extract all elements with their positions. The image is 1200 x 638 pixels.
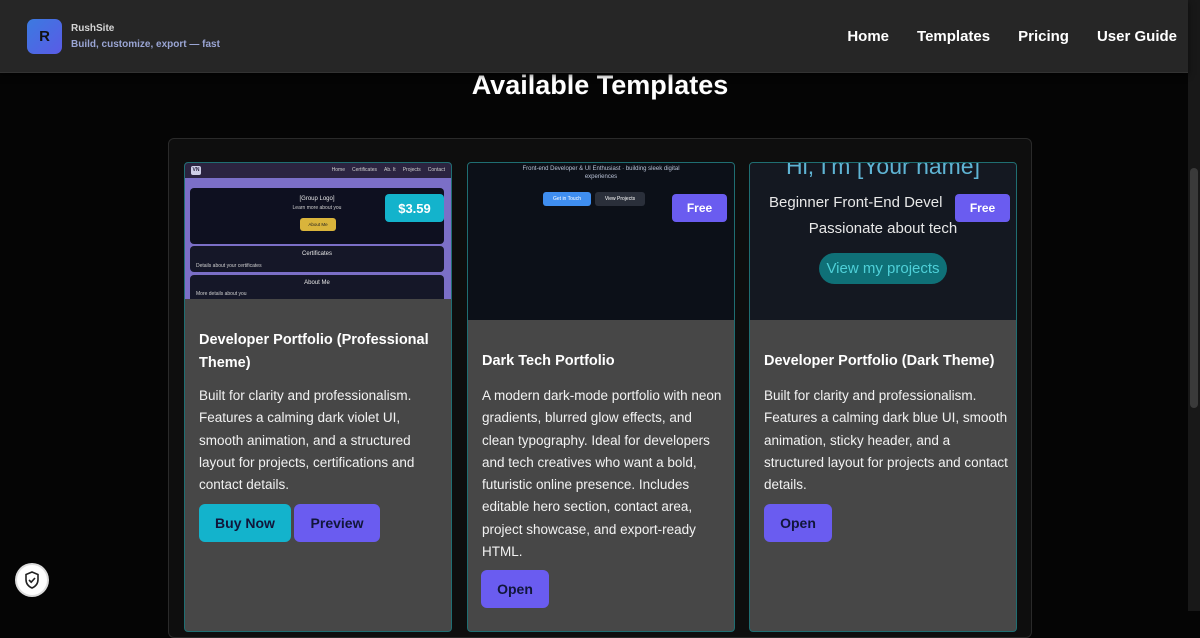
- preview-logo: VN: [191, 166, 201, 175]
- preview-heading: Hi, I'm [Your name]: [785, 163, 980, 179]
- preview-projects-button: View Projects: [595, 192, 645, 206]
- card-title: Dark Tech Portfolio: [482, 353, 615, 369]
- preview-tagline: Front-end Developer & UI Enthusiast · bu…: [522, 166, 680, 172]
- nav-home[interactable]: Home: [847, 28, 889, 45]
- open-button[interactable]: Open: [764, 504, 832, 542]
- card-description: A modern dark-mode portfolio with neon g…: [482, 388, 722, 560]
- page-scrollbar[interactable]: [1188, 0, 1200, 611]
- open-button[interactable]: Open: [481, 570, 549, 608]
- nav-user-guide[interactable]: User Guide: [1097, 28, 1177, 45]
- template-preview-image: Hi, I'm [Your name] Beginner Front-End D…: [750, 163, 1016, 320]
- brand-name: RushSite: [71, 23, 115, 34]
- template-preview-image: VN Home Certificates Ab. It Projects Con…: [185, 163, 451, 299]
- buy-now-button[interactable]: Buy Now: [199, 504, 291, 542]
- preview-contact-button: Get in Touch: [543, 192, 591, 206]
- preview-section-sub: More details about you: [196, 291, 247, 297]
- shield-check-icon: [25, 571, 39, 589]
- template-card-dark-theme: Hi, I'm [Your name] Beginner Front-End D…: [749, 162, 1017, 632]
- preview-role: Beginner Front-End Devel: [769, 194, 943, 211]
- template-card-dark-tech: Front-end Developer & UI Enthusiast · bu…: [467, 162, 735, 632]
- preview-section: Certificates Details about your certific…: [190, 246, 444, 272]
- free-badge: Free: [672, 194, 727, 222]
- preview-nav-item: Certificates: [352, 167, 378, 173]
- logo[interactable]: R: [27, 19, 62, 54]
- card-description: Built for clarity and professionalism. F…: [199, 388, 415, 493]
- preview-tagline: experiences: [584, 174, 618, 180]
- preview-nav-item: Contact: [427, 167, 445, 173]
- price-badge: $3.59: [385, 194, 444, 222]
- preview-button[interactable]: Preview: [294, 504, 380, 542]
- card-description: Built for clarity and professionalism. F…: [764, 388, 1008, 493]
- preview-nav-item: Home: [331, 167, 345, 173]
- page-title: Available Templates: [471, 70, 729, 100]
- preview-nav-item: Ab. It: [384, 167, 396, 173]
- preview-hero-button: About Me: [300, 218, 336, 231]
- preview-subtitle: Passionate about tech: [808, 220, 958, 237]
- nav-pricing[interactable]: Pricing: [1018, 28, 1069, 45]
- template-preview-image: Front-end Developer & UI Enthusiast · bu…: [468, 163, 734, 320]
- logo-letter: R: [39, 28, 50, 45]
- preview-section-title: Certificates: [301, 251, 332, 257]
- preview-section: About Me More details about you: [190, 275, 444, 299]
- privacy-shield-button[interactable]: [17, 565, 47, 595]
- site-header: R RushSite Build, customize, export — fa…: [0, 0, 1188, 73]
- card-title: Developer Portfolio (Professional Theme): [199, 332, 429, 371]
- preview-navbar: VN Home Certificates Ab. It Projects Con…: [185, 163, 451, 178]
- preview-projects-button: View my projects: [819, 253, 947, 284]
- scrollbar-thumb[interactable]: [1190, 168, 1198, 408]
- brand-tagline: Build, customize, export — fast: [71, 39, 220, 50]
- template-card-professional: VN Home Certificates Ab. It Projects Con…: [184, 162, 452, 632]
- card-title: Developer Portfolio (Dark Theme): [764, 353, 995, 369]
- preview-section-sub: Details about your certificates: [196, 263, 262, 269]
- main-nav: Home Templates Pricing User Guide: [819, 28, 1188, 45]
- preview-nav-item: Projects: [402, 167, 421, 173]
- nav-templates[interactable]: Templates: [917, 28, 990, 45]
- free-badge: Free: [955, 194, 1010, 222]
- preview-section-title: About Me: [304, 280, 330, 286]
